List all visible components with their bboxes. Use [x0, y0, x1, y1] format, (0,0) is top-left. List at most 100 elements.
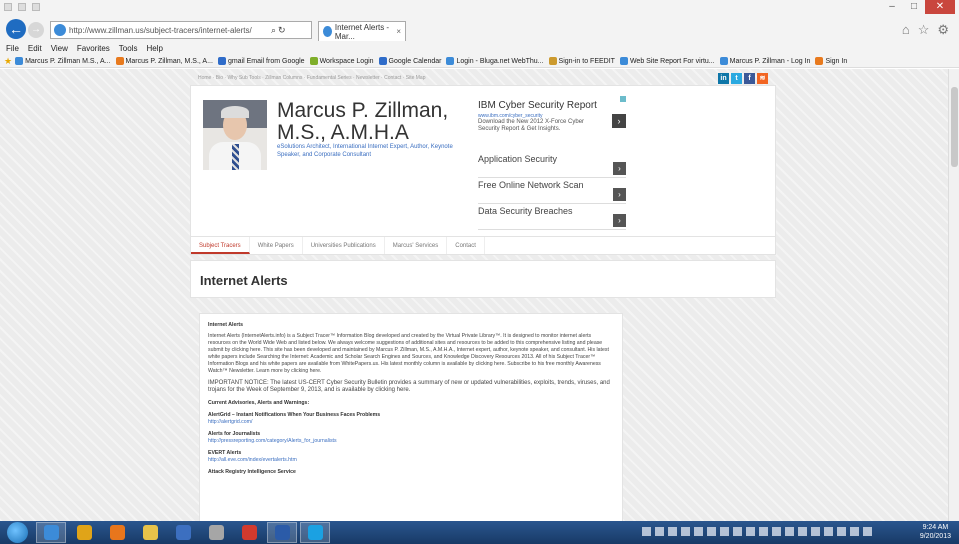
- subnav-subject-tracers[interactable]: Subject Tracers: [191, 237, 250, 254]
- tray-icon[interactable]: [668, 527, 677, 536]
- menu-file[interactable]: File: [6, 42, 19, 55]
- favorites-star-icon[interactable]: ☆: [918, 22, 930, 38]
- system-clock[interactable]: 9:24 AM 9/20/2013: [920, 523, 951, 541]
- site-top-nav[interactable]: Home · Bio · Why Sub Tools · Zillman Col…: [198, 75, 425, 81]
- favorite-label: Web Site Report For virtu...: [629, 57, 715, 65]
- page-title: Internet Alerts: [200, 273, 288, 288]
- taskbar-app-opera[interactable]: [234, 522, 264, 543]
- tray-icon[interactable]: [759, 527, 768, 536]
- tray-icon[interactable]: [811, 527, 820, 536]
- favorite-link[interactable]: Marcus P. Zillman, M.S., A...: [115, 57, 213, 65]
- favorite-link[interactable]: Login - Bluga.net WebThu...: [446, 57, 544, 65]
- favorite-link[interactable]: Marcus P. Zillman M.S., A...: [15, 57, 111, 65]
- site-name[interactable]: Marcus P. Zillman, M.S., A.M.H.A: [277, 100, 448, 144]
- ad-block[interactable]: IBM Cyber Security Report www.ibm.com/cy…: [478, 96, 626, 133]
- favorite-link[interactable]: gmail Email from Google: [217, 57, 305, 65]
- start-button[interactable]: [7, 522, 28, 543]
- home-icon[interactable]: ⌂: [902, 22, 910, 38]
- word-icon: [274, 525, 290, 540]
- tray-icon[interactable]: [733, 527, 742, 536]
- ad-link-arrow-icon[interactable]: ›: [613, 162, 626, 175]
- taskbar-app-word[interactable]: [267, 522, 297, 543]
- close-button[interactable]: ✕: [925, 0, 955, 14]
- taskbar-app-media[interactable]: [168, 522, 198, 543]
- tray-icon[interactable]: [863, 527, 872, 536]
- url-input[interactable]: [69, 25, 269, 35]
- qat-icon[interactable]: [18, 3, 26, 11]
- favorite-link[interactable]: Web Site Report For virtu...: [619, 57, 715, 65]
- favorite-link[interactable]: Google Calendar: [378, 57, 442, 65]
- alert-item-link[interactable]: http://pressreporting.com/category/Alert…: [208, 438, 614, 445]
- gear-icon[interactable]: ⚙: [937, 22, 949, 38]
- taskbar-app-explorer[interactable]: [135, 522, 165, 543]
- alert-item-link[interactable]: http://alertgrid.com/: [208, 419, 614, 426]
- opera-icon: [241, 525, 257, 540]
- adchoices-icon[interactable]: [620, 96, 626, 102]
- back-button[interactable]: ←: [6, 19, 26, 39]
- tray-icon[interactable]: [642, 527, 651, 536]
- taskbar: 9:24 AM 9/20/2013: [0, 521, 959, 544]
- tray-icon[interactable]: [824, 527, 833, 536]
- menu-help[interactable]: Help: [146, 42, 162, 55]
- taskbar-app-settings[interactable]: [201, 522, 231, 543]
- favorite-link[interactable]: Sign-in to FEEDIT: [548, 57, 615, 65]
- favorites-star-icon[interactable]: ★: [4, 56, 12, 67]
- tray-icon[interactable]: [837, 527, 846, 536]
- ad-title[interactable]: IBM Cyber Security Report: [478, 100, 626, 111]
- taskbar-app-skype[interactable]: [300, 522, 330, 543]
- tray-icon[interactable]: [681, 527, 690, 536]
- maximize-button[interactable]: □: [903, 0, 925, 14]
- tray-icon[interactable]: [707, 527, 716, 536]
- ad-link[interactable]: Free Online Network Scan ›: [478, 178, 626, 204]
- menu-view[interactable]: View: [51, 42, 68, 55]
- tray-icon[interactable]: [798, 527, 807, 536]
- tray-icon[interactable]: [785, 527, 794, 536]
- menu-tools[interactable]: Tools: [119, 42, 138, 55]
- taskbar-app-chrome[interactable]: [69, 522, 99, 543]
- browser-tab[interactable]: Internet Alerts - Mar... ×: [318, 21, 406, 41]
- forward-button[interactable]: →: [28, 22, 44, 38]
- scrollbar-thumb[interactable]: [951, 87, 958, 167]
- favorite-icon: [548, 57, 557, 65]
- page-scrollbar[interactable]: [948, 69, 959, 521]
- tray-icon[interactable]: [720, 527, 729, 536]
- tray-icon[interactable]: [850, 527, 859, 536]
- subnav-universities[interactable]: Universities Publications: [303, 237, 385, 254]
- taskbar-app-ie[interactable]: [36, 522, 66, 543]
- tray-icon[interactable]: [746, 527, 755, 536]
- alert-item-link[interactable]: http://all.eve.com/index/evertalerts.htm: [208, 457, 614, 464]
- refresh-icon[interactable]: ↻: [278, 25, 286, 36]
- favorite-link[interactable]: Sign In: [815, 57, 847, 65]
- address-bar[interactable]: ⌕ ↻: [50, 21, 312, 39]
- linkedin-icon[interactable]: in: [718, 73, 729, 84]
- taskbar-app-firefox[interactable]: [102, 522, 132, 543]
- facebook-icon[interactable]: f: [744, 73, 755, 84]
- ad-arrow-icon[interactable]: ›: [612, 114, 626, 128]
- ad-link[interactable]: Application Security ›: [478, 152, 626, 178]
- ad-link-arrow-icon[interactable]: ›: [613, 214, 626, 227]
- ad-link-arrow-icon[interactable]: ›: [613, 188, 626, 201]
- favorite-label: Google Calendar: [388, 57, 442, 65]
- minimize-button[interactable]: –: [881, 0, 903, 14]
- favorite-icon: [115, 57, 124, 65]
- qat-icon[interactable]: [4, 3, 12, 11]
- article-heading: Internet Alerts: [208, 322, 243, 328]
- subnav-white-papers[interactable]: White Papers: [250, 237, 303, 254]
- subnav-contact[interactable]: Contact: [447, 237, 485, 254]
- subnav-services[interactable]: Marcus' Services: [385, 237, 448, 254]
- menu-edit[interactable]: Edit: [28, 42, 42, 55]
- menu-favorites[interactable]: Favorites: [77, 42, 110, 55]
- favorite-link[interactable]: Workspace Login: [309, 57, 374, 65]
- window-titlebar: – □ ✕: [0, 0, 959, 18]
- favorite-icon: [15, 57, 24, 65]
- tray-icon[interactable]: [694, 527, 703, 536]
- qat-icon[interactable]: [32, 3, 40, 11]
- rss-icon[interactable]: ≋: [757, 73, 768, 84]
- search-icon[interactable]: ⌕: [271, 25, 276, 36]
- tab-close-icon[interactable]: ×: [396, 27, 401, 36]
- tray-icon[interactable]: [655, 527, 664, 536]
- tray-icon[interactable]: [772, 527, 781, 536]
- ad-link[interactable]: Data Security Breaches ›: [478, 204, 626, 230]
- twitter-icon[interactable]: t: [731, 73, 742, 84]
- favorite-link[interactable]: Marcus P. Zillman - Log In: [719, 57, 810, 65]
